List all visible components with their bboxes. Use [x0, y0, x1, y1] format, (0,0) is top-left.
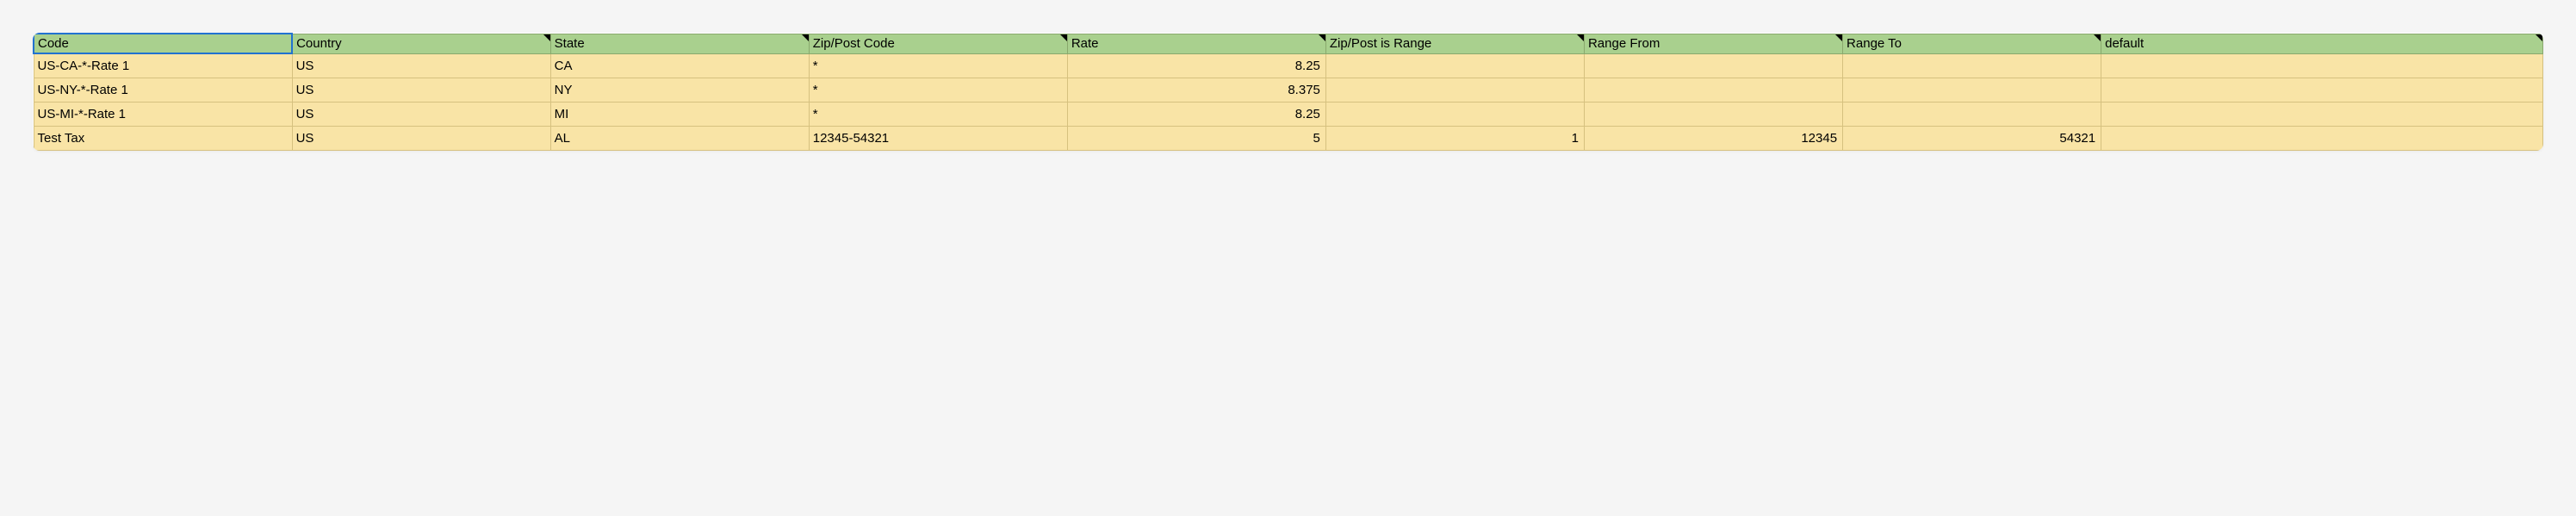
- cell-country[interactable]: US: [292, 78, 550, 103]
- cell-country[interactable]: US: [292, 103, 550, 127]
- header-label: Rate: [1071, 36, 1099, 51]
- cell-rate[interactable]: 8.375: [1067, 78, 1325, 103]
- cell-state[interactable]: CA: [550, 53, 809, 78]
- cell-country[interactable]: US: [292, 127, 550, 151]
- cell-country[interactable]: US: [292, 53, 550, 78]
- header-label: Range From: [1588, 36, 1660, 51]
- header-is-range[interactable]: Zip/Post is Range: [1325, 34, 1584, 53]
- cell-range-from[interactable]: 12345: [1584, 127, 1842, 151]
- cell-code[interactable]: US-MI-*-Rate 1: [34, 103, 292, 127]
- header-state[interactable]: State: [550, 34, 809, 53]
- cell-default[interactable]: [2101, 127, 2543, 151]
- cell-range-to[interactable]: [1843, 78, 2101, 103]
- cell-is-range[interactable]: [1325, 103, 1584, 127]
- corner-mark-icon: [543, 34, 550, 41]
- cell-state[interactable]: NY: [550, 78, 809, 103]
- cell-code[interactable]: US-NY-*-Rate 1: [34, 78, 292, 103]
- header-code[interactable]: Code: [34, 34, 292, 53]
- table-row: Test TaxUSAL12345-54321511234554321: [34, 127, 2543, 151]
- header-label: Zip/Post is Range: [1330, 36, 1431, 51]
- cell-is-range[interactable]: 1: [1325, 127, 1584, 151]
- cell-rate[interactable]: 8.25: [1067, 103, 1325, 127]
- cell-is-range[interactable]: [1325, 78, 1584, 103]
- cell-zip[interactable]: *: [809, 53, 1067, 78]
- header-row: Code Country State Zip/Post Code Rate Zi…: [34, 34, 2543, 53]
- spreadsheet-container: Code Country State Zip/Post Code Rate Zi…: [33, 33, 2543, 151]
- header-rate[interactable]: Rate: [1067, 34, 1325, 53]
- corner-mark-icon: [1319, 34, 1325, 41]
- cell-range-to[interactable]: 54321: [1843, 127, 2101, 151]
- cell-is-range[interactable]: [1325, 53, 1584, 78]
- corner-mark-icon: [802, 34, 809, 41]
- corner-mark-icon: [1060, 34, 1067, 41]
- header-default[interactable]: default: [2101, 34, 2543, 53]
- header-label: Range To: [1847, 36, 1902, 51]
- header-country[interactable]: Country: [292, 34, 550, 53]
- corner-mark-icon: [2536, 34, 2542, 41]
- cell-zip[interactable]: *: [809, 78, 1067, 103]
- corner-mark-icon: [2094, 34, 2101, 41]
- cell-range-to[interactable]: [1843, 103, 2101, 127]
- cell-state[interactable]: AL: [550, 127, 809, 151]
- header-range-to[interactable]: Range To: [1843, 34, 2101, 53]
- header-zip[interactable]: Zip/Post Code: [809, 34, 1067, 53]
- cell-default[interactable]: [2101, 78, 2543, 103]
- cell-state[interactable]: MI: [550, 103, 809, 127]
- cell-range-to[interactable]: [1843, 53, 2101, 78]
- cell-range-from[interactable]: [1584, 103, 1842, 127]
- header-label: Zip/Post Code: [813, 36, 895, 51]
- header-label: default: [2105, 36, 2144, 51]
- table-row: US-MI-*-Rate 1USMI*8.25: [34, 103, 2543, 127]
- cell-default[interactable]: [2101, 53, 2543, 78]
- header-label: State: [555, 36, 585, 51]
- cell-rate[interactable]: 5: [1067, 127, 1325, 151]
- cell-default[interactable]: [2101, 103, 2543, 127]
- corner-mark-icon: [1835, 34, 1842, 41]
- cell-rate[interactable]: 8.25: [1067, 53, 1325, 78]
- cell-zip[interactable]: *: [809, 103, 1067, 127]
- header-label: Country: [296, 36, 342, 51]
- header-label: Code: [38, 36, 69, 51]
- header-range-from[interactable]: Range From: [1584, 34, 1842, 53]
- cell-range-from[interactable]: [1584, 53, 1842, 78]
- tax-rate-table: Code Country State Zip/Post Code Rate Zi…: [33, 33, 2543, 151]
- table-row: US-NY-*-Rate 1USNY*8.375: [34, 78, 2543, 103]
- cell-code[interactable]: US-CA-*-Rate 1: [34, 53, 292, 78]
- table-row: US-CA-*-Rate 1USCA*8.25: [34, 53, 2543, 78]
- corner-mark-icon: [1577, 34, 1584, 41]
- cell-zip[interactable]: 12345-54321: [809, 127, 1067, 151]
- cell-range-from[interactable]: [1584, 78, 1842, 103]
- cell-code[interactable]: Test Tax: [34, 127, 292, 151]
